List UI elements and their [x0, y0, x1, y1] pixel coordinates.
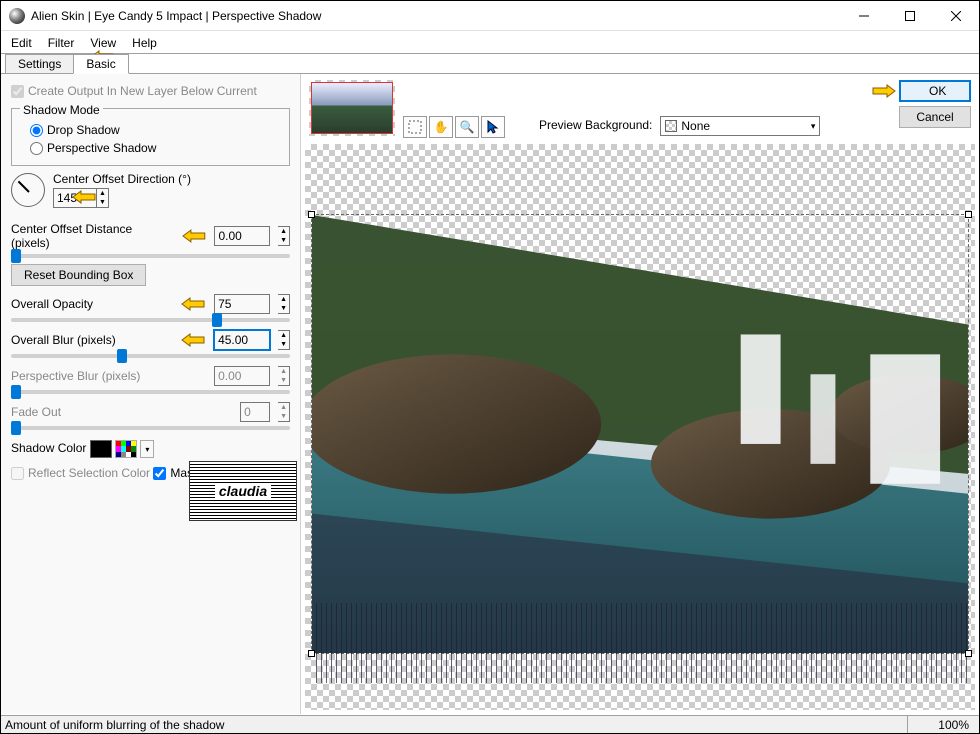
offset-direction-dial[interactable]	[11, 173, 45, 207]
offset-distance-spinner[interactable]: ▲▼	[278, 226, 290, 246]
app-icon	[9, 8, 25, 24]
preview-image	[312, 215, 968, 653]
handle-top-left[interactable]	[308, 211, 315, 218]
cancel-button[interactable]: Cancel	[899, 106, 971, 128]
magnifier-icon: 🔍	[460, 120, 475, 134]
hand-tool-button[interactable]: ✋	[429, 116, 453, 138]
preview-panel: ✋ 🔍 Preview Background: None ▾ OK Cancel	[301, 74, 979, 714]
handle-top-right[interactable]	[965, 211, 972, 218]
overall-opacity-slider[interactable]	[11, 318, 290, 322]
status-bar: Amount of uniform blurring of the shadow…	[1, 715, 979, 733]
overall-opacity-label: Overall Opacity	[11, 297, 172, 311]
window-title: Alien Skin | Eye Candy 5 Impact | Perspe…	[31, 9, 841, 23]
perspective-blur-spinner: ▲▼	[278, 366, 290, 386]
shadow-mode-group: Shadow Mode Drop Shadow Perspective Shad…	[11, 108, 290, 166]
offset-distance-input[interactable]: 0.00	[214, 226, 270, 246]
tab-strip: Settings Basic	[1, 54, 979, 74]
fade-out-slider	[11, 426, 290, 430]
offset-distance-label: Center Offset Distance (pixels)	[11, 222, 173, 250]
reset-bounding-box-button[interactable]: Reset Bounding Box	[11, 264, 146, 286]
zoom-tool-button[interactable]: 🔍	[455, 116, 479, 138]
overall-blur-label: Overall Blur (pixels)	[11, 333, 172, 347]
arrow-cursor-icon	[487, 120, 499, 134]
fade-out-spinner: ▲▼	[278, 402, 290, 422]
minimize-icon	[859, 11, 869, 21]
menu-filter[interactable]: Filter	[44, 35, 87, 51]
settings-panel: Create Output In New Layer Below Current…	[1, 74, 301, 714]
pointer-tool-button[interactable]	[481, 116, 505, 138]
create-output-checkbox[interactable]: Create Output In New Layer Below Current	[11, 84, 257, 98]
menu-help[interactable]: Help	[128, 35, 169, 51]
shadow-drip-effect	[312, 603, 968, 683]
close-button[interactable]	[933, 1, 979, 30]
create-output-label: Create Output In New Layer Below Current	[28, 84, 257, 98]
handle-bottom-right[interactable]	[965, 650, 972, 657]
menu-view[interactable]: View	[86, 35, 128, 51]
handle-bottom-left[interactable]	[308, 650, 315, 657]
offset-direction-label: Center Offset Direction (°)	[53, 172, 191, 186]
status-message: Amount of uniform blurring of the shadow	[1, 718, 907, 732]
perspective-blur-input: 0.00	[214, 366, 270, 386]
overall-blur-slider[interactable]	[11, 354, 290, 358]
preview-background-select[interactable]: None ▾	[660, 116, 820, 136]
palette-dropdown[interactable]: ▾	[140, 440, 154, 458]
watermark-stamp: claudia	[189, 461, 297, 521]
menu-edit[interactable]: Edit	[7, 35, 44, 51]
shadow-color-swatch[interactable]	[90, 440, 112, 458]
transparency-swatch-icon	[665, 120, 677, 132]
marquee-icon	[408, 120, 422, 134]
chevron-down-icon: ▾	[811, 121, 816, 132]
overall-blur-input[interactable]: 45.00	[214, 330, 270, 350]
preview-canvas-area[interactable]	[305, 144, 975, 710]
overall-opacity-spinner[interactable]: ▲▼	[278, 294, 290, 314]
ok-button[interactable]: OK	[899, 80, 971, 102]
close-icon	[951, 11, 961, 21]
maximize-icon	[905, 11, 915, 21]
hand-icon: ✋	[434, 120, 449, 134]
title-bar: Alien Skin | Eye Candy 5 Impact | Perspe…	[1, 1, 979, 31]
zoom-level: 100%	[907, 716, 979, 733]
radio-perspective-shadow[interactable]: Perspective Shadow	[20, 139, 281, 157]
offset-direction-spinner[interactable]: ▲▼	[97, 188, 109, 208]
perspective-blur-label: Perspective Blur (pixels)	[11, 369, 206, 383]
menu-bar: Edit Filter View Help	[1, 31, 979, 54]
tab-basic[interactable]: Basic	[73, 54, 128, 74]
perspective-blur-slider	[11, 390, 290, 394]
overall-opacity-input[interactable]: 75	[214, 294, 270, 314]
shadow-color-label: Shadow Color	[11, 441, 86, 455]
reflect-selection-checkbox: Reflect Selection Color	[11, 466, 150, 480]
preview-background-label: Preview Background:	[539, 118, 652, 132]
palette-button[interactable]	[115, 440, 137, 458]
radio-drop-shadow[interactable]: Drop Shadow	[20, 121, 281, 139]
fade-out-input: 0	[240, 402, 270, 422]
shadow-mode-legend: Shadow Mode	[20, 103, 103, 117]
fade-out-label: Fade Out	[11, 405, 232, 419]
offset-direction-input[interactable]: 145	[53, 188, 97, 208]
maximize-button[interactable]	[887, 1, 933, 30]
overall-blur-spinner[interactable]: ▲▼	[278, 330, 290, 350]
offset-distance-slider[interactable]	[11, 254, 290, 258]
marquee-tool-button[interactable]	[403, 116, 427, 138]
tab-settings[interactable]: Settings	[5, 54, 74, 73]
minimize-button[interactable]	[841, 1, 887, 30]
preset-thumbnail[interactable]	[309, 80, 395, 136]
bounding-box[interactable]	[311, 214, 969, 654]
